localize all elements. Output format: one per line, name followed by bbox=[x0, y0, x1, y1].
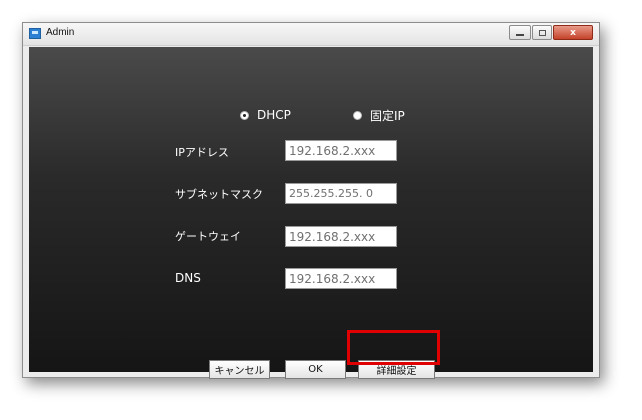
dns-label: DNS bbox=[175, 271, 201, 285]
radio-static-ip-label: 固定IP bbox=[370, 108, 405, 123]
minimize-icon bbox=[516, 33, 524, 36]
subnet-mask-label: サブネットマスク bbox=[175, 188, 263, 201]
close-icon: x bbox=[570, 27, 576, 38]
dns-input[interactable] bbox=[285, 268, 397, 289]
maximize-button[interactable] bbox=[532, 25, 552, 40]
subnet-mask-input[interactable] bbox=[285, 183, 397, 204]
dialog-frame: Admin x DHCP 固定IP IPアドレス サブネットマスク ゲートウェイ… bbox=[22, 22, 600, 379]
close-button[interactable]: x bbox=[553, 25, 593, 40]
cancel-button[interactable]: キャンセル bbox=[209, 360, 270, 379]
gateway-input[interactable] bbox=[285, 226, 397, 247]
settings-panel: DHCP 固定IP IPアドレス サブネットマスク ゲートウェイ DNS キャン… bbox=[29, 47, 593, 379]
radio-dhcp[interactable]: DHCP bbox=[240, 107, 291, 123]
title-bar[interactable]: Admin x bbox=[23, 23, 599, 46]
advanced-settings-highlight bbox=[347, 330, 440, 365]
ok-button[interactable]: OK bbox=[285, 360, 346, 379]
window-controls: x bbox=[509, 25, 593, 40]
window-title: Admin bbox=[46, 27, 75, 38]
admin-window: Admin x DHCP 固定IP IPアドレス サブネットマスク ゲートウェイ… bbox=[22, 22, 600, 379]
maximize-icon bbox=[538, 29, 546, 36]
ip-address-label: IPアドレス bbox=[175, 146, 229, 159]
radio-static-ip[interactable]: 固定IP bbox=[353, 107, 405, 123]
radio-dhcp-indicator[interactable] bbox=[240, 110, 249, 120]
ip-address-input[interactable] bbox=[285, 140, 397, 161]
radio-dhcp-label: DHCP bbox=[257, 108, 291, 122]
gateway-label: ゲートウェイ bbox=[175, 230, 241, 243]
radio-static-ip-indicator[interactable] bbox=[353, 110, 362, 120]
app-window-icon bbox=[29, 28, 41, 39]
minimize-button[interactable] bbox=[509, 25, 531, 40]
